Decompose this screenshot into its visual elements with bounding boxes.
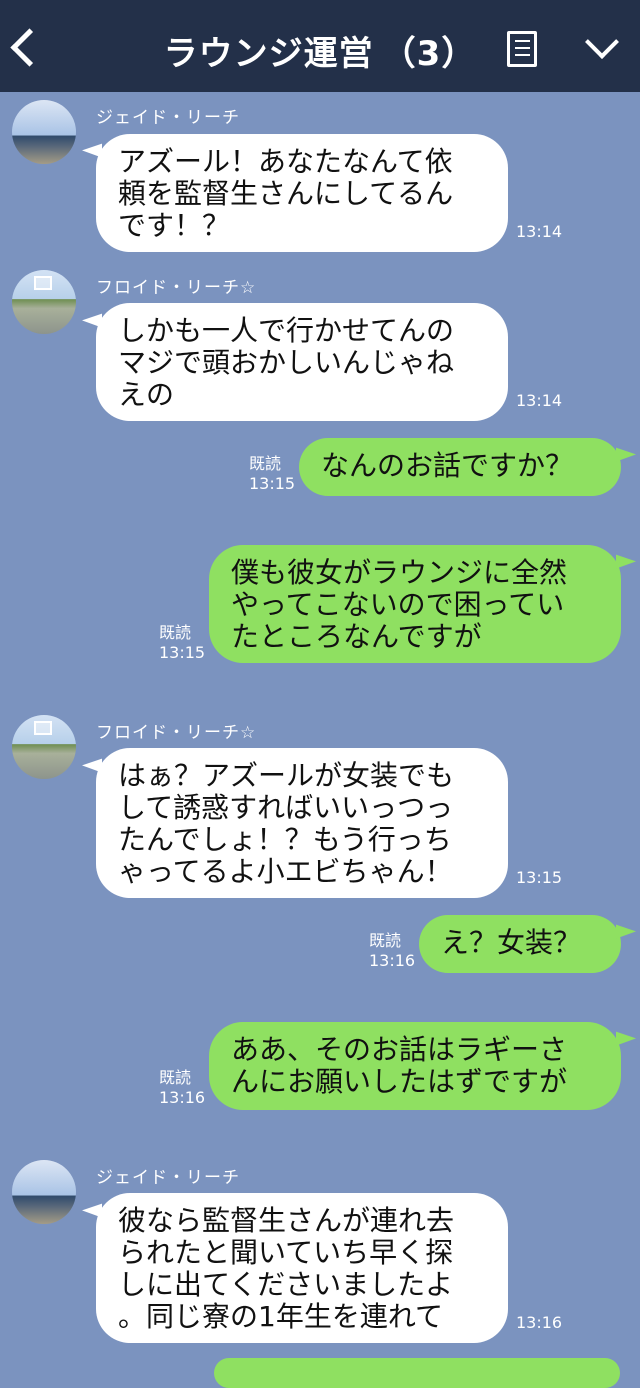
group-name: ラウンジ運営 bbox=[163, 34, 374, 74]
message-row: ジェイド・リーチ 彼なら監督生さんが連れ去 られたと聞いていち早く探 しに出てく… bbox=[0, 1160, 640, 1350]
message-bubble[interactable]: 僕も彼女がラウンジに全然 やってこないので困ってい たところなんですが bbox=[209, 545, 621, 663]
message-bubble[interactable]: 彼なら監督生さんが連れ去 られたと聞いていち早く探 しに出てくださいましたよ 。… bbox=[96, 1193, 508, 1343]
avatar[interactable] bbox=[12, 270, 76, 334]
message-row: ジェイド・リーチ アズール！あなたなんて依 頼を監督生さんにしてるん です！？ … bbox=[0, 100, 640, 260]
avatar[interactable] bbox=[12, 715, 76, 779]
message-bubble[interactable]: はぁ？アズールが女装でも して誘惑すればいいっつっ たんでしょ！？もう行っち ゃ… bbox=[96, 748, 508, 898]
message-row: フロイド・リーチ☆ しかも一人で行かせてんの マジで頭おかしいんじゃね えの 1… bbox=[0, 270, 640, 430]
message-time: 13:14 bbox=[516, 391, 563, 410]
read-receipt: 既読 13:15 bbox=[159, 623, 205, 663]
message-bubble[interactable]: なんのお話ですか？ bbox=[299, 438, 621, 496]
message-row: 既読 13:15 なんのお話ですか？ bbox=[0, 438, 640, 498]
message-time: 13:16 bbox=[159, 1088, 206, 1107]
message-time: 13:15 bbox=[159, 643, 206, 662]
sender-name: フロイド・リーチ☆ bbox=[96, 278, 257, 298]
chat-title: ラウンジ運営 （3） bbox=[0, 26, 640, 75]
partial-message-bubble bbox=[214, 1358, 620, 1388]
chat-header: ラウンジ運営 （3） bbox=[0, 0, 640, 92]
message-time: 13:16 bbox=[516, 1313, 563, 1332]
bubble-tail bbox=[616, 1024, 636, 1046]
bubble-tail bbox=[616, 440, 636, 462]
read-label: 既読 bbox=[249, 454, 282, 473]
avatar[interactable] bbox=[12, 1160, 76, 1224]
message-time: 13:16 bbox=[369, 951, 416, 970]
member-count: （3） bbox=[381, 34, 477, 74]
message-time: 13:14 bbox=[516, 222, 563, 241]
message-time: 13:15 bbox=[516, 868, 563, 887]
read-label: 既読 bbox=[159, 623, 192, 642]
sender-name: フロイド・リーチ☆ bbox=[96, 723, 257, 743]
message-row: フロイド・リーチ☆ はぁ？アズールが女装でも して誘惑すればいいっつっ たんでし… bbox=[0, 715, 640, 905]
notes-icon[interactable] bbox=[507, 31, 537, 67]
message-row: 既読 13:16 え？女装？ bbox=[0, 915, 640, 975]
read-label: 既読 bbox=[369, 931, 402, 950]
read-receipt: 既読 13:15 bbox=[249, 454, 295, 494]
message-bubble[interactable]: しかも一人で行かせてんの マジで頭おかしいんじゃね えの bbox=[96, 303, 508, 421]
read-receipt: 既読 13:16 bbox=[369, 931, 415, 971]
message-bubble[interactable]: ああ、そのお話はラギーさ んにお願いしたはずですが bbox=[209, 1022, 621, 1110]
bubble-tail bbox=[616, 547, 636, 569]
avatar[interactable] bbox=[12, 100, 76, 164]
sender-name: ジェイド・リーチ bbox=[96, 1168, 240, 1188]
bubble-tail bbox=[616, 917, 636, 939]
sender-name: ジェイド・リーチ bbox=[96, 108, 240, 128]
message-row: 既読 13:15 僕も彼女がラウンジに全然 やってこないので困ってい たところな… bbox=[0, 545, 640, 665]
message-bubble[interactable]: え？女装？ bbox=[419, 915, 621, 973]
message-row: 既読 13:16 ああ、そのお話はラギーさ んにお願いしたはずですが bbox=[0, 1022, 640, 1112]
read-label: 既読 bbox=[159, 1068, 192, 1087]
read-receipt: 既読 13:16 bbox=[159, 1068, 205, 1108]
message-time: 13:15 bbox=[249, 474, 296, 493]
message-bubble[interactable]: アズール！あなたなんて依 頼を監督生さんにしてるん です！？ bbox=[96, 134, 508, 252]
